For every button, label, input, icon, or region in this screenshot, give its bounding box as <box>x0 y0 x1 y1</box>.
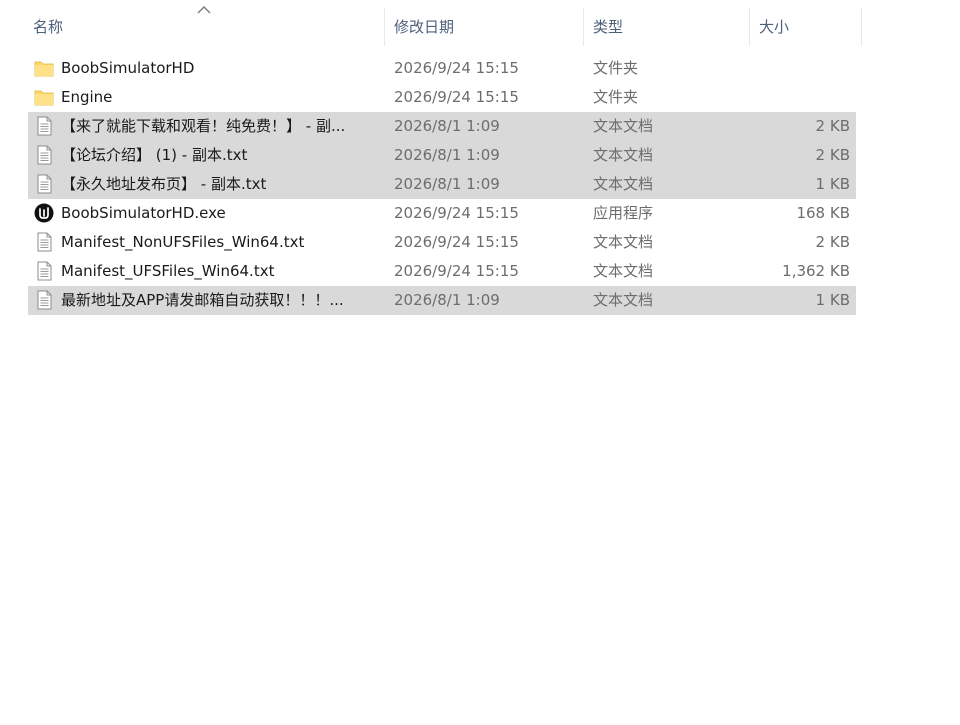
file-name: 【论坛介绍】 (1) - 副本.txt <box>61 146 248 164</box>
folder-icon <box>34 87 54 107</box>
column-header-name[interactable]: 名称 <box>0 8 385 46</box>
file-name: Manifest_UFSFiles_Win64.txt <box>61 262 275 280</box>
text-file-icon <box>34 261 54 281</box>
file-row[interactable]: 最新地址及APP请发邮箱自动获取！！！... 2026/8/1 1:09 文本文… <box>28 286 856 315</box>
file-date-modified: 2026/8/1 1:09 <box>394 117 500 135</box>
file-size: 2 KB <box>815 146 850 164</box>
text-file-icon <box>34 174 54 194</box>
unreal-engine-icon <box>34 203 54 223</box>
column-header-bar: 名称 修改日期 类型 大小 <box>0 6 862 46</box>
file-size: 2 KB <box>815 233 850 251</box>
file-type: 文本文档 <box>593 117 654 135</box>
file-type: 文本文档 <box>593 175 654 193</box>
file-row[interactable]: Engine 2026/9/24 15:15 文件夹 <box>28 83 856 112</box>
file-type: 文件夹 <box>593 59 639 77</box>
text-file-icon <box>34 116 54 136</box>
file-type: 应用程序 <box>593 204 654 222</box>
file-date-modified: 2026/9/24 15:15 <box>394 204 519 222</box>
file-row[interactable]: BoobSimulatorHD.exe 2026/9/24 15:15 应用程序… <box>28 199 856 228</box>
file-date-modified: 2026/8/1 1:09 <box>394 175 500 193</box>
file-size: 2 KB <box>815 117 850 135</box>
file-row[interactable]: 【论坛介绍】 (1) - 副本.txt 2026/8/1 1:09 文本文档 2… <box>28 141 856 170</box>
file-size: 1 KB <box>815 175 850 193</box>
column-header-type[interactable]: 类型 <box>584 8 750 46</box>
file-name: BoobSimulatorHD <box>61 59 195 77</box>
file-type: 文本文档 <box>593 262 654 280</box>
file-row[interactable]: Manifest_NonUFSFiles_Win64.txt 2026/9/24… <box>28 228 856 257</box>
text-file-icon <box>34 290 54 310</box>
file-name: Engine <box>61 88 113 106</box>
file-date-modified: 2026/9/24 15:15 <box>394 59 519 77</box>
file-type: 文本文档 <box>593 233 654 251</box>
folder-icon <box>34 58 54 78</box>
file-list: BoobSimulatorHD 2026/9/24 15:15 文件夹 Engi… <box>28 54 856 315</box>
column-header-size[interactable]: 大小 <box>750 8 862 46</box>
file-row[interactable]: BoobSimulatorHD 2026/9/24 15:15 文件夹 <box>28 54 856 83</box>
file-date-modified: 2026/8/1 1:09 <box>394 291 500 309</box>
file-size: 1,362 KB <box>782 262 850 280</box>
file-row[interactable]: 【永久地址发布页】 - 副本.txt 2026/8/1 1:09 文本文档 1 … <box>28 170 856 199</box>
file-name: 最新地址及APP请发邮箱自动获取！！！... <box>61 291 344 309</box>
file-name: 【永久地址发布页】 - 副本.txt <box>61 175 267 193</box>
text-file-icon <box>34 145 54 165</box>
file-date-modified: 2026/9/24 15:15 <box>394 233 519 251</box>
file-type: 文本文档 <box>593 146 654 164</box>
file-name: BoobSimulatorHD.exe <box>61 204 226 222</box>
column-header-date-modified[interactable]: 修改日期 <box>385 8 584 46</box>
file-size: 1 KB <box>815 291 850 309</box>
file-type: 文件夹 <box>593 88 639 106</box>
file-row[interactable]: 【来了就能下载和观看！纯免费！】 - 副... 2026/8/1 1:09 文本… <box>28 112 856 141</box>
file-date-modified: 2026/9/24 15:15 <box>394 88 519 106</box>
file-date-modified: 2026/9/24 15:15 <box>394 262 519 280</box>
file-size: 168 KB <box>796 204 850 222</box>
file-name: Manifest_NonUFSFiles_Win64.txt <box>61 233 305 251</box>
file-row[interactable]: Manifest_UFSFiles_Win64.txt 2026/9/24 15… <box>28 257 856 286</box>
file-date-modified: 2026/8/1 1:09 <box>394 146 500 164</box>
file-name: 【来了就能下载和观看！纯免费！】 - 副... <box>61 117 346 135</box>
file-type: 文本文档 <box>593 291 654 309</box>
text-file-icon <box>34 232 54 252</box>
